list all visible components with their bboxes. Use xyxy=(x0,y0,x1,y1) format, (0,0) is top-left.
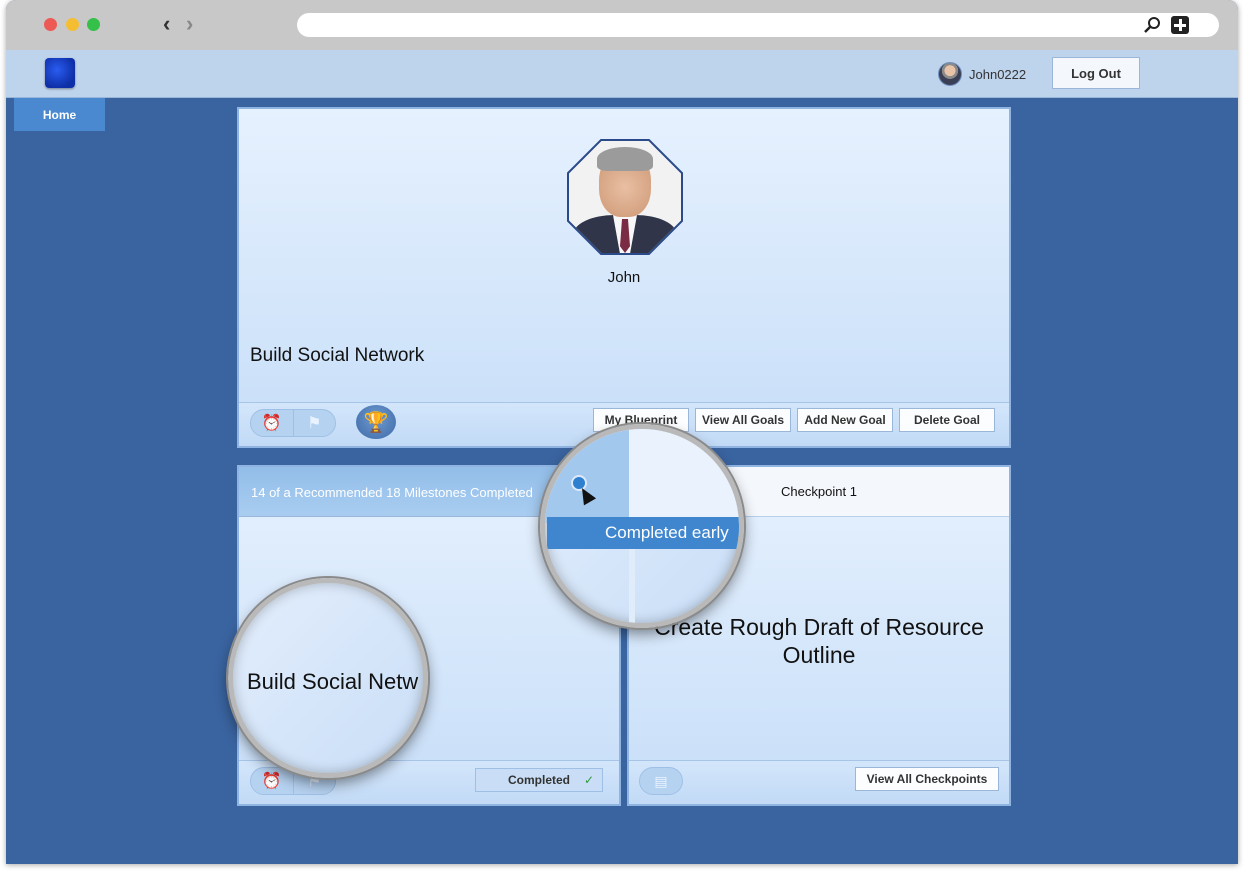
completed-status-button[interactable]: Completed ✓ xyxy=(475,768,603,792)
forward-arrow-icon[interactable]: › xyxy=(186,12,193,36)
goal-panel: John Build Social Network ⏰ ⚑ 🏆 My Bluep… xyxy=(237,107,1011,448)
address-bar[interactable] xyxy=(297,13,1219,37)
checkmark-icon: ✓ xyxy=(583,773,594,787)
alarm-icon[interactable]: ⏰ xyxy=(251,410,294,436)
app-header: John0222 Log Out xyxy=(6,50,1238,98)
browser-chrome: ‹ › xyxy=(6,0,1238,50)
minimize-window-button[interactable] xyxy=(66,18,79,31)
close-window-button[interactable] xyxy=(44,18,57,31)
maximize-window-button[interactable] xyxy=(87,18,100,31)
profile-photo xyxy=(567,139,683,255)
browser-window: ‹ › John0222 Log Out Home John Build Soc… xyxy=(6,0,1238,864)
completed-label: Completed xyxy=(507,773,570,787)
new-tab-icon[interactable] xyxy=(1171,16,1189,34)
nav-home-tab[interactable]: Home xyxy=(14,98,105,131)
user-avatar[interactable] xyxy=(938,62,962,86)
username-label: John0222 xyxy=(969,67,1027,82)
view-all-checkpoints-button[interactable]: View All Checkpoints xyxy=(855,767,999,791)
trophy-icon[interactable]: 🏆 xyxy=(356,405,396,439)
alarm-icon[interactable]: ⏰ xyxy=(251,768,294,794)
document-icon[interactable]: ▤ xyxy=(639,767,683,795)
magnifier-goal-title: Build Social Netw xyxy=(228,578,428,778)
add-new-goal-button[interactable]: Add New Goal xyxy=(797,408,893,432)
profile-name: John xyxy=(607,269,641,286)
search-icon[interactable] xyxy=(1143,16,1161,34)
magnified-goal-title: Build Social Netw xyxy=(247,669,419,694)
goal-title: Build Social Network xyxy=(250,345,425,366)
delete-goal-button[interactable]: Delete Goal xyxy=(899,408,995,432)
magnifier-milestone-tooltip: Completed early xyxy=(540,424,744,628)
logout-button[interactable]: Log Out xyxy=(1052,57,1140,89)
milestone-summary: 14 of a Recommended 18 Milestones Comple… xyxy=(251,485,533,500)
back-arrow-icon[interactable]: ‹ xyxy=(163,12,170,36)
flag-icon[interactable]: ⚑ xyxy=(294,410,336,436)
checkpoint-title: Create Rough Draft of Resource Outline xyxy=(654,614,984,668)
goal-icon-group: ⏰ ⚑ xyxy=(250,409,336,437)
checkpoint-panel-footer: ▤ View All Checkpoints xyxy=(629,760,1009,804)
completed-early-tooltip: Completed early xyxy=(547,517,739,549)
app-logo[interactable] xyxy=(45,58,75,88)
